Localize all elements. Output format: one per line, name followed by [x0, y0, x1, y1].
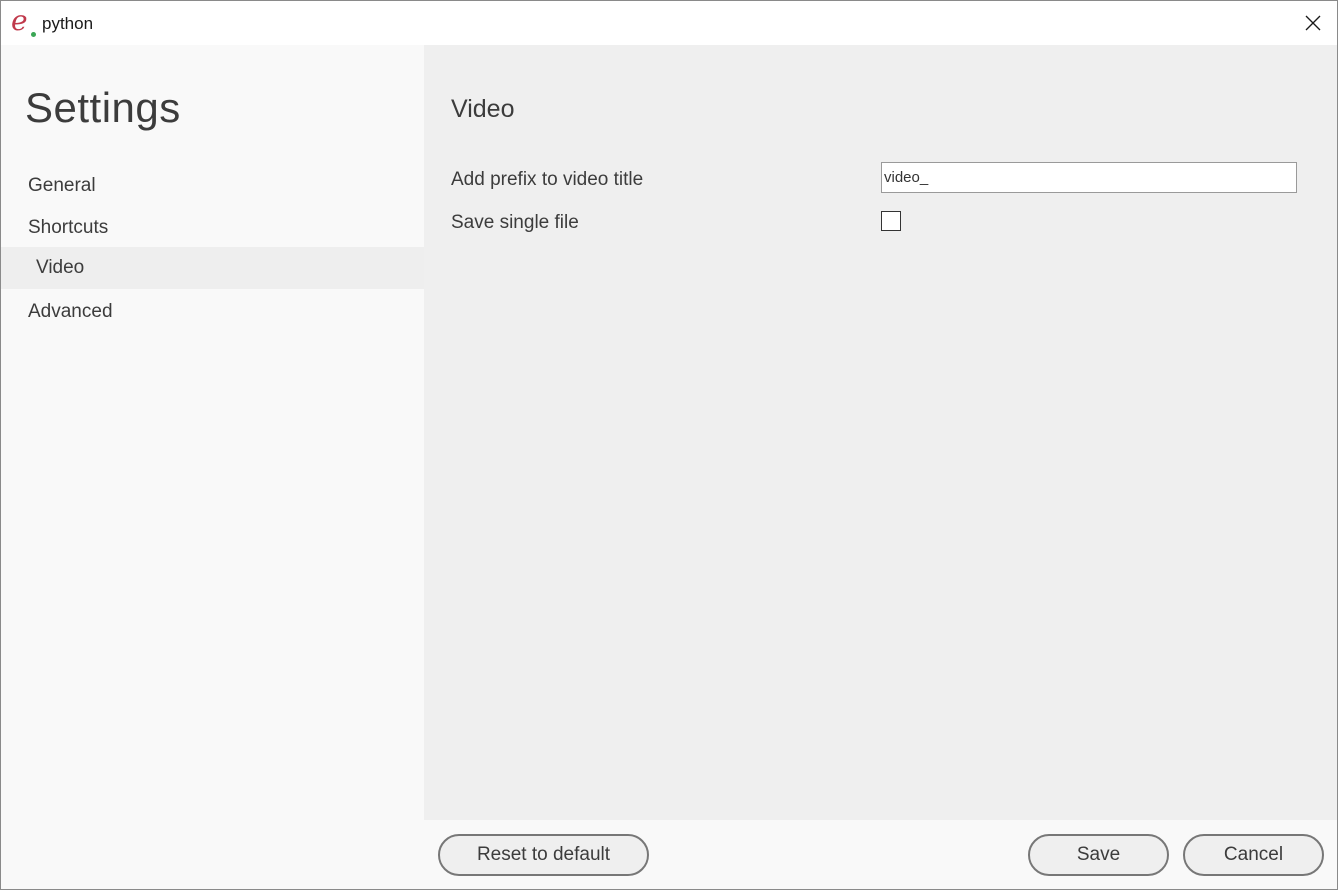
- single-file-checkbox[interactable]: [881, 211, 901, 231]
- settings-content: Video Add prefix to video title Save sin…: [424, 45, 1337, 820]
- app-logo-icon: e: [11, 4, 41, 39]
- sidebar-item-label: Video: [36, 257, 85, 278]
- app-title: python: [42, 14, 94, 33]
- reset-to-default-button[interactable]: Reset to default: [438, 834, 649, 876]
- page-title: Settings: [25, 84, 181, 131]
- save-button[interactable]: Save: [1028, 834, 1169, 876]
- sidebar-item-label: Shortcuts: [28, 217, 109, 238]
- sidebar-item-general[interactable]: General: [1, 165, 424, 207]
- prefix-input[interactable]: [881, 162, 1297, 193]
- sidebar-item-label: Advanced: [28, 301, 113, 322]
- dialog-footer: Reset to default Save Cancel: [424, 820, 1337, 889]
- close-button[interactable]: [1289, 1, 1337, 45]
- settings-window: e python Settings General Shortcuts Vide…: [0, 0, 1338, 890]
- single-file-label: Save single file: [451, 212, 579, 233]
- sidebar-item-video[interactable]: Video: [1, 247, 424, 289]
- sidebar-item-label: General: [28, 175, 96, 196]
- prefix-label: Add prefix to video title: [451, 169, 644, 190]
- close-icon: [1305, 15, 1321, 31]
- title-bar: e python: [1, 1, 1337, 45]
- app-logo-letter: e: [11, 4, 28, 37]
- settings-sidebar: Settings General Shortcuts Video Advance…: [1, 45, 424, 889]
- sidebar-item-advanced[interactable]: Advanced: [1, 291, 424, 333]
- app-logo-dot: [31, 32, 36, 37]
- cancel-button[interactable]: Cancel: [1183, 834, 1324, 876]
- section-title: Video: [451, 95, 515, 123]
- sidebar-item-shortcuts[interactable]: Shortcuts: [1, 207, 424, 249]
